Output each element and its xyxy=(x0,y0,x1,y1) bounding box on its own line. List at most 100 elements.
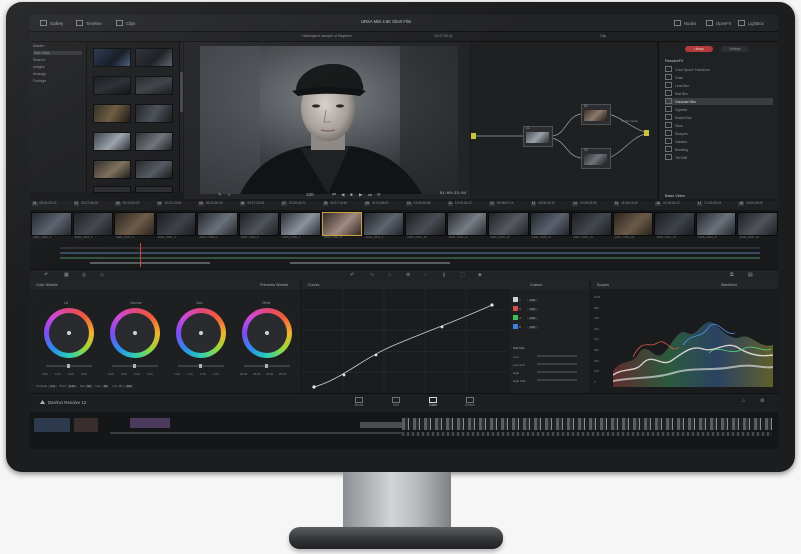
channel-swatch[interactable] xyxy=(513,297,518,302)
color-wheel[interactable] xyxy=(242,308,292,358)
go-to-start-icon[interactable]: ⏮ xyxy=(332,192,336,197)
media-thumbnail[interactable] xyxy=(135,160,173,179)
soft-clip-slider[interactable] xyxy=(537,379,577,381)
curves-graph[interactable] xyxy=(302,289,507,393)
clip-thumbnail[interactable] xyxy=(321,212,363,236)
grid-icon[interactable]: ▦ xyxy=(64,272,69,279)
tree-item[interactable]: Analogs xyxy=(33,72,46,76)
clip-thumbnail[interactable] xyxy=(238,212,280,236)
clip-thumbnail[interactable] xyxy=(529,212,571,236)
soft-clip-slider[interactable] xyxy=(537,363,577,365)
wheel-handle[interactable] xyxy=(67,331,71,335)
loop-icon[interactable]: ⟳ xyxy=(377,192,381,197)
clip-thumbnail[interactable] xyxy=(31,212,72,236)
media-thumbnail[interactable] xyxy=(93,104,131,123)
effect-item[interactable]: Mist Blur xyxy=(665,90,773,97)
home-icon[interactable]: ⌂ xyxy=(742,398,745,405)
media-thumbnail[interactable] xyxy=(93,48,131,67)
zoom-level[interactable]: 100 xyxy=(306,192,314,197)
master-wheel-slider[interactable] xyxy=(112,364,158,368)
tree-item[interactable]: Shared xyxy=(33,58,45,62)
clip-thumbnail[interactable] xyxy=(654,212,695,236)
tree-item[interactable]: Master xyxy=(33,44,44,48)
channel-intensity[interactable]: 100 xyxy=(527,298,539,303)
qualifier-icon[interactable]: ✐ xyxy=(350,272,354,279)
media-thumbnail[interactable] xyxy=(135,132,173,151)
reverse-play-icon[interactable]: ◀ xyxy=(341,192,344,197)
tracker-icon[interactable]: ⊕ xyxy=(406,272,410,279)
node-02[interactable]: 02 xyxy=(581,104,611,125)
menu-timeline[interactable]: Timeline xyxy=(76,20,102,27)
camera-raw-icon[interactable]: ◎ xyxy=(82,272,86,279)
settings-icon[interactable]: ⚙ xyxy=(760,398,764,405)
effect-item[interactable]: Glow xyxy=(665,122,773,129)
effect-item[interactable]: Blanking xyxy=(665,146,773,153)
node-03[interactable]: 03 xyxy=(581,148,611,169)
page-color[interactable]: Color xyxy=(419,397,447,408)
media-scrollbar[interactable] xyxy=(180,42,183,192)
media-thumbnail[interactable] xyxy=(93,132,131,151)
channel-intensity[interactable]: 100 xyxy=(527,307,539,312)
media-thumbnail[interactable] xyxy=(93,186,131,193)
undo-icon[interactable]: ↶ xyxy=(44,272,48,279)
page-deliver[interactable]: Deliver xyxy=(456,397,484,408)
color-wheel[interactable] xyxy=(44,308,94,358)
clip-thumbnail[interactable] xyxy=(737,212,778,236)
menu-gallery[interactable]: Gallery xyxy=(40,20,63,27)
clip-thumbnail[interactable] xyxy=(197,212,238,236)
clip-thumbnail[interactable] xyxy=(72,212,114,236)
media-thumbnail[interactable] xyxy=(135,104,173,123)
tree-item[interactable]: Footage xyxy=(33,79,46,83)
channel-swatch[interactable] xyxy=(513,306,518,311)
tree-item[interactable]: Images xyxy=(33,65,45,69)
color-wheel[interactable] xyxy=(176,308,226,358)
soft-clip-slider[interactable] xyxy=(537,355,577,357)
effect-item[interactable]: Radial Blur xyxy=(665,114,773,121)
node-01[interactable]: 01 xyxy=(523,126,553,147)
tab-settings[interactable]: Settings xyxy=(721,46,749,52)
media-thumbnail[interactable] xyxy=(93,160,131,179)
effect-item[interactable]: Tilt-Shift xyxy=(665,154,773,161)
menu-clips[interactable]: Clips xyxy=(116,20,135,27)
wheel-handle[interactable] xyxy=(199,331,203,335)
blur-icon[interactable]: ◌ xyxy=(424,272,427,279)
wipe-icon[interactable]: ◐ xyxy=(228,192,231,197)
channel-intensity[interactable]: 100 xyxy=(527,316,539,321)
channel-swatch[interactable] xyxy=(513,315,518,320)
menu-openfx[interactable]: OpenFX xyxy=(706,20,732,27)
wheel-handle[interactable] xyxy=(265,331,269,335)
clip-thumbnail[interactable] xyxy=(363,212,404,236)
media-thumbnail[interactable] xyxy=(135,48,173,67)
param-value[interactable]: 50 xyxy=(101,384,110,389)
sizing-icon[interactable]: ⬚ xyxy=(460,272,465,279)
tab-library[interactable]: Library xyxy=(685,46,713,52)
curves-tool-icon[interactable]: ∿ xyxy=(370,272,374,279)
color-wheel[interactable] xyxy=(110,308,160,358)
menu-nodes[interactable]: Nodes xyxy=(674,20,696,27)
wheel-handle[interactable] xyxy=(133,331,137,335)
slider-knob[interactable] xyxy=(67,364,70,368)
slider-knob[interactable] xyxy=(199,364,202,368)
playhead[interactable] xyxy=(140,243,141,267)
page-edit[interactable]: Edit xyxy=(382,397,410,408)
mini-timeline[interactable] xyxy=(30,241,778,269)
viewer-mode-select[interactable]: Clip xyxy=(600,34,606,38)
clip-thumbnail[interactable] xyxy=(695,212,737,236)
effect-item[interactable]: Sharpen xyxy=(665,130,773,137)
param-value[interactable]: 100 xyxy=(124,384,134,389)
param-value[interactable]: 50 xyxy=(85,384,93,389)
brush-icon[interactable]: ✎ xyxy=(218,192,222,197)
3d-icon[interactable]: ◈ xyxy=(478,272,482,279)
effect-item[interactable]: Vignette xyxy=(665,106,773,113)
clip-thumbnail[interactable] xyxy=(114,212,155,236)
page-media[interactable]: Media xyxy=(345,397,373,408)
clip-thumbnail[interactable] xyxy=(280,212,321,236)
effect-item[interactable]: Color Space Transform xyxy=(665,66,773,73)
master-wheel-slider[interactable] xyxy=(244,364,290,368)
clip-thumbnail[interactable] xyxy=(405,212,446,236)
match-icon[interactable]: ◇ xyxy=(100,272,104,279)
soft-clip-slider[interactable] xyxy=(537,371,577,373)
scope-icon[interactable]: ▤ xyxy=(748,272,753,279)
clip-thumbnail[interactable] xyxy=(488,212,529,236)
curves-mode-select[interactable]: Custom xyxy=(530,282,542,289)
